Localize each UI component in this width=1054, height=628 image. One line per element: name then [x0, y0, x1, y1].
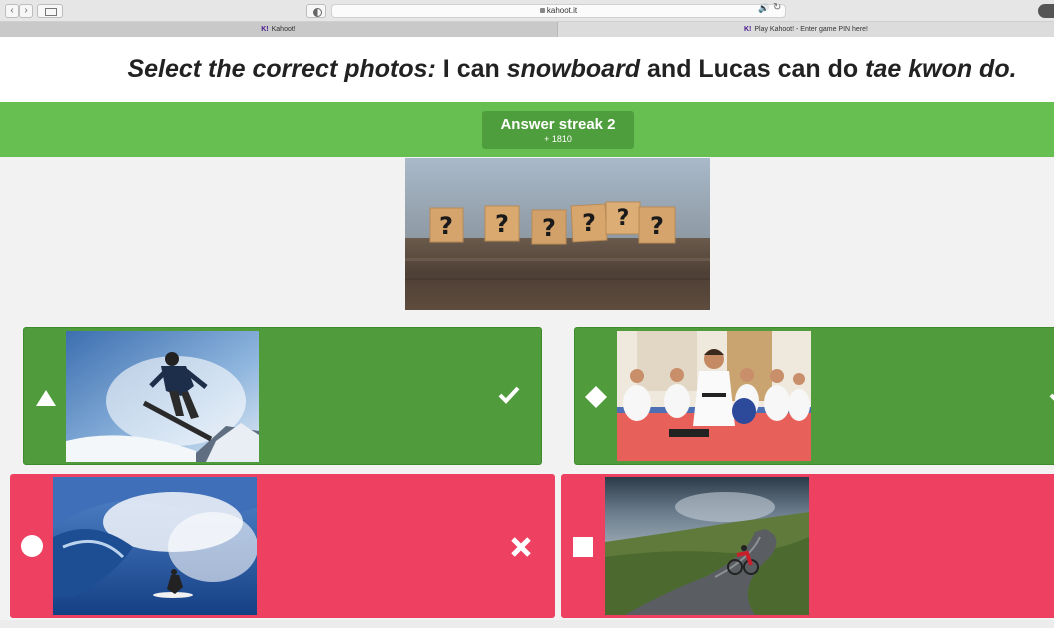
- sidebar-icon[interactable]: [37, 4, 63, 18]
- circle-icon: [20, 534, 44, 563]
- triangle-icon: [35, 389, 57, 412]
- tab-label: Play Kahoot! - Enter game PIN here!: [754, 26, 868, 33]
- question-mark-glyph: ?: [439, 212, 453, 240]
- cube: ?: [531, 209, 567, 245]
- checkmark-icon: [498, 386, 520, 409]
- answer-tile-2[interactable]: [574, 327, 1054, 465]
- streak-title: Answer streak 2: [500, 116, 616, 133]
- tab-bar: K! Kahoot! K! Play Kahoot! - Enter game PI…: [0, 22, 1054, 37]
- tab-label: Kahoot!: [271, 26, 296, 33]
- question-mark-glyph: ?: [495, 210, 509, 238]
- speaker-icon[interactable]: 🔊: [758, 3, 769, 14]
- forward-icon[interactable]: ›: [19, 4, 33, 18]
- surfer-photo: [53, 477, 257, 615]
- question-mark-glyph: ?: [542, 214, 556, 242]
- checkmark-icon: [1049, 386, 1054, 409]
- question-part: Select the correct photos:: [127, 55, 436, 83]
- answer-tile-3[interactable]: [10, 474, 555, 618]
- question-mark-glyph: ?: [650, 212, 664, 240]
- diamond-icon: [584, 385, 608, 414]
- question-mark-glyph: ?: [617, 206, 630, 231]
- url-text: kahoot.it: [546, 6, 578, 15]
- tab-play-kahoot[interactable]: K! Play Kahoot! - Enter game PIN here!: [558, 22, 1054, 37]
- cube: ?: [484, 205, 520, 242]
- answer-tile-4[interactable]: [561, 474, 1054, 618]
- question-text: Select the correct photos: I can snowboa…: [0, 55, 1054, 84]
- cube: ?: [605, 201, 641, 235]
- privacy-icon[interactable]: [306, 4, 326, 18]
- tab-kahoot[interactable]: K! Kahoot!: [0, 22, 558, 37]
- cross-icon: [510, 536, 532, 563]
- snowboarder-photo: [66, 331, 259, 462]
- cyclist-photo: [605, 477, 809, 615]
- page-footer: [0, 620, 1054, 628]
- question-part: I can: [435, 55, 507, 83]
- question-part: and Lucas can do: [640, 55, 866, 83]
- browser-toolbar: ‹ › kahoot.it 🔊 ↻: [0, 0, 1054, 22]
- kahoot-logo-icon: K!: [261, 26, 269, 33]
- cube: ?: [429, 207, 464, 243]
- answer-streak-bar: Answer streak 2 + 1810: [0, 102, 1054, 157]
- question-mark-cubes-image: ? ? ? ? ? ?: [405, 158, 710, 310]
- lock-icon: [539, 8, 545, 14]
- reload-icon[interactable]: ↻: [773, 2, 781, 13]
- question-mark-glyph: ?: [582, 209, 596, 237]
- question-part: tae kwon do.: [865, 55, 1017, 83]
- download-icon[interactable]: [1038, 4, 1054, 18]
- back-icon[interactable]: ‹: [5, 4, 19, 18]
- question-part: snowboard: [506, 55, 641, 83]
- question-header: Select the correct photos: I can snowboa…: [0, 37, 1054, 102]
- taekwondo-kids-photo: [617, 331, 811, 461]
- kahoot-logo-icon: K!: [743, 26, 752, 33]
- cube: ?: [638, 206, 676, 244]
- cube: ?: [570, 203, 608, 243]
- answer-tile-1[interactable]: [23, 327, 542, 465]
- address-bar[interactable]: kahoot.it: [331, 4, 786, 18]
- answer-streak-badge: Answer streak 2 + 1810: [482, 111, 634, 149]
- square-icon: [573, 537, 593, 562]
- streak-points: + 1810: [544, 134, 572, 144]
